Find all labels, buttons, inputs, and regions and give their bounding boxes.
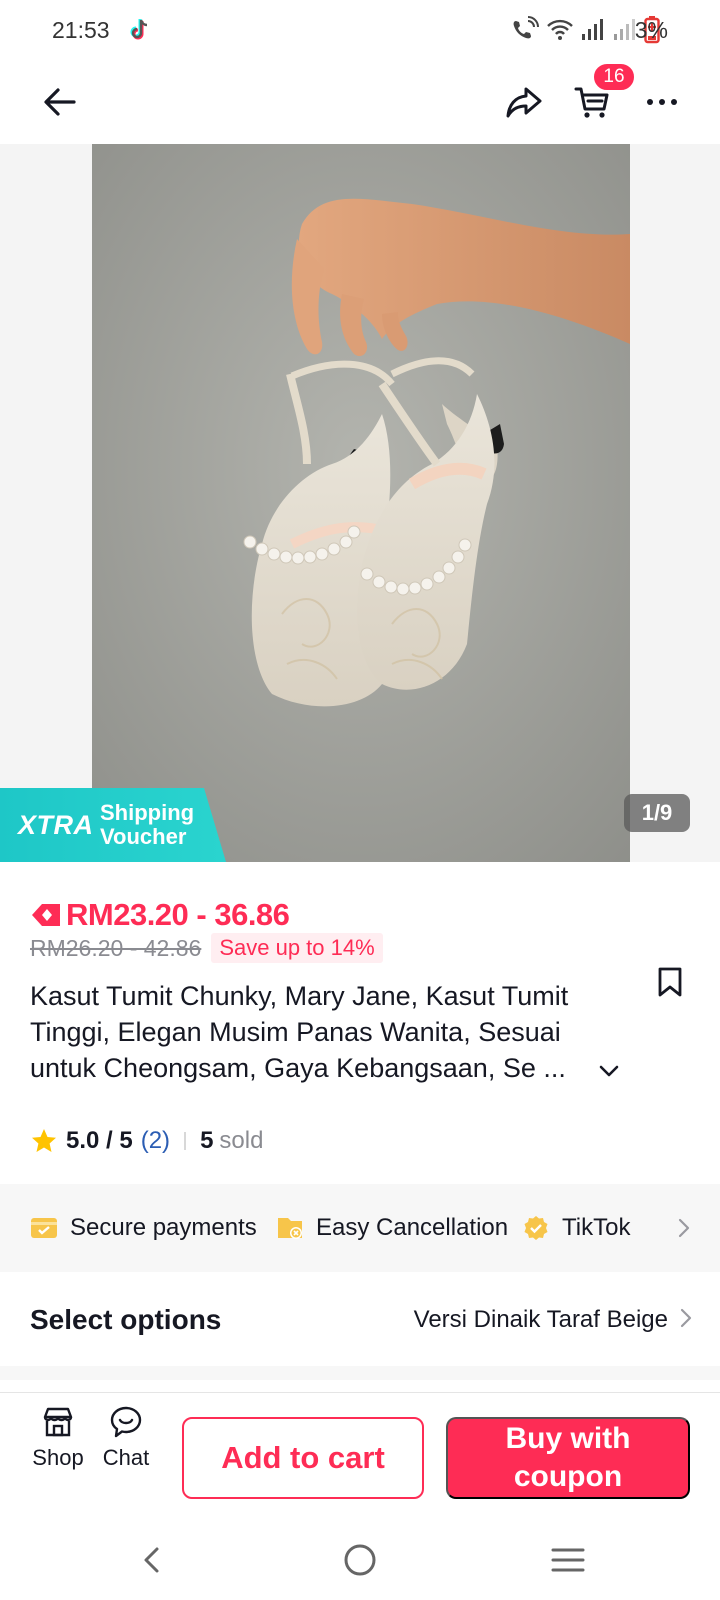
- rating-row[interactable]: 5.0 / 5 (2) 5 sold: [30, 1124, 263, 1158]
- wifi-icon: [546, 17, 574, 43]
- nav-menu-icon: [551, 1548, 585, 1572]
- feature-secure-payments: Secure payments: [30, 1212, 257, 1244]
- signal-icon: [580, 18, 606, 42]
- bookmark-button[interactable]: [652, 964, 688, 1000]
- feature-tiktok-guarantee: TikTok: [522, 1212, 630, 1244]
- share-icon: [506, 87, 542, 118]
- original-price-row: RM26.20 - 42.86 Save up to 14%: [30, 932, 383, 964]
- back-button[interactable]: [34, 76, 86, 128]
- review-count-link[interactable]: (2): [141, 1127, 170, 1155]
- status-bar: 21:53 3%: [0, 0, 720, 60]
- more-icon: [647, 99, 677, 105]
- nav-recents-button[interactable]: [538, 1530, 598, 1590]
- back-arrow-icon: [44, 88, 76, 116]
- product-gallery[interactable]: XTRA Shipping Voucher 1/9: [0, 144, 720, 862]
- secure-payment-icon: [31, 1218, 57, 1238]
- sold-label: sold: [219, 1127, 264, 1154]
- xtra-line1: Shipping: [100, 800, 195, 825]
- buy-button-line1: Buy with: [505, 1422, 631, 1455]
- bottom-action-bar: Shop Chat Add to cart Buy with coupon: [0, 1392, 720, 1499]
- shop-button[interactable]: Shop: [26, 1405, 90, 1485]
- easy-cancellation-icon: [278, 1218, 302, 1239]
- title-line-2: Tinggi, Elegan Musim Panas Wanita, Sesua…: [30, 1017, 561, 1047]
- xtra-line2: Voucher: [100, 824, 187, 849]
- cart-count-badge: 16: [592, 62, 636, 92]
- nav-back-button[interactable]: [122, 1530, 182, 1590]
- price-range: RM23.20 - 36.86: [66, 897, 290, 932]
- nav-home-icon: [344, 1544, 376, 1576]
- feature-easy-cancellation: Easy Cancellation: [276, 1212, 508, 1244]
- buy-button-line2: coupon: [513, 1460, 623, 1493]
- wifi-call-icon: [510, 16, 540, 44]
- battery-percent: 3%: [634, 17, 668, 43]
- image-page-indicator: 1/9: [624, 794, 690, 832]
- rating-score: 5.0 / 5: [66, 1127, 133, 1154]
- more-button[interactable]: [636, 76, 688, 128]
- nav-back-icon: [144, 1547, 159, 1573]
- selected-option-value: Versi Dinaik Taraf Beige: [413, 1306, 668, 1333]
- xtra-shipping-voucher-badge: XTRA Shipping Voucher: [0, 788, 226, 862]
- service-features-strip[interactable]: Secure payments Easy Cancellation TikTok: [0, 1184, 720, 1272]
- feature-label: Secure payments: [70, 1214, 257, 1241]
- original-price: RM26.20 - 42.86: [30, 934, 202, 961]
- section-separator: [0, 1366, 720, 1380]
- add-to-cart-button[interactable]: Add to cart: [182, 1417, 424, 1499]
- sold-count: 5: [200, 1127, 214, 1154]
- product-title[interactable]: Kasut Tumit Chunky, Mary Jane, Kasut Tum…: [30, 978, 620, 1086]
- strip-fade: [640, 1184, 670, 1272]
- price-row: RM23.20 - 36.86: [30, 896, 290, 934]
- bookmark-icon: [658, 967, 682, 997]
- star-icon: [32, 1129, 56, 1152]
- title-line-1: Kasut Tumit Chunky, Mary Jane, Kasut Tum…: [30, 981, 569, 1011]
- status-time: 21:53: [52, 17, 110, 43]
- chat-icon: [110, 1406, 142, 1438]
- chat-label: Chat: [102, 1445, 150, 1470]
- xtra-label: XTRA: [18, 810, 94, 840]
- tiktok-icon: [126, 16, 154, 44]
- chevron-right-icon: [680, 1308, 692, 1328]
- select-options-row[interactable]: Select options Versi Dinaik Taraf Beige: [0, 1272, 720, 1366]
- chevron-right-icon: [678, 1218, 690, 1238]
- product-photo[interactable]: [92, 144, 630, 862]
- shop-label: Shop: [32, 1445, 84, 1470]
- tiktok-guarantee-icon: [524, 1216, 548, 1240]
- shop-icon: [43, 1407, 73, 1437]
- flash-sale-tag-icon: [32, 904, 60, 926]
- nav-home-button[interactable]: [330, 1530, 390, 1590]
- system-nav-bar: [0, 1520, 720, 1600]
- feature-label: Easy Cancellation: [316, 1214, 509, 1241]
- share-button[interactable]: [498, 76, 550, 128]
- select-options-label: Select options: [30, 1304, 222, 1335]
- buy-with-coupon-button[interactable]: Buy with coupon: [446, 1417, 690, 1499]
- divider: [184, 1132, 187, 1150]
- chat-button[interactable]: Chat: [94, 1405, 158, 1485]
- feature-label: TikTok: [562, 1214, 631, 1241]
- chevron-down-icon[interactable]: [596, 1058, 622, 1084]
- save-badge: Save up to 14%: [211, 933, 383, 963]
- title-line-3: untuk Cheongsam, Gaya Kebangsaan, Se ...: [30, 1053, 566, 1083]
